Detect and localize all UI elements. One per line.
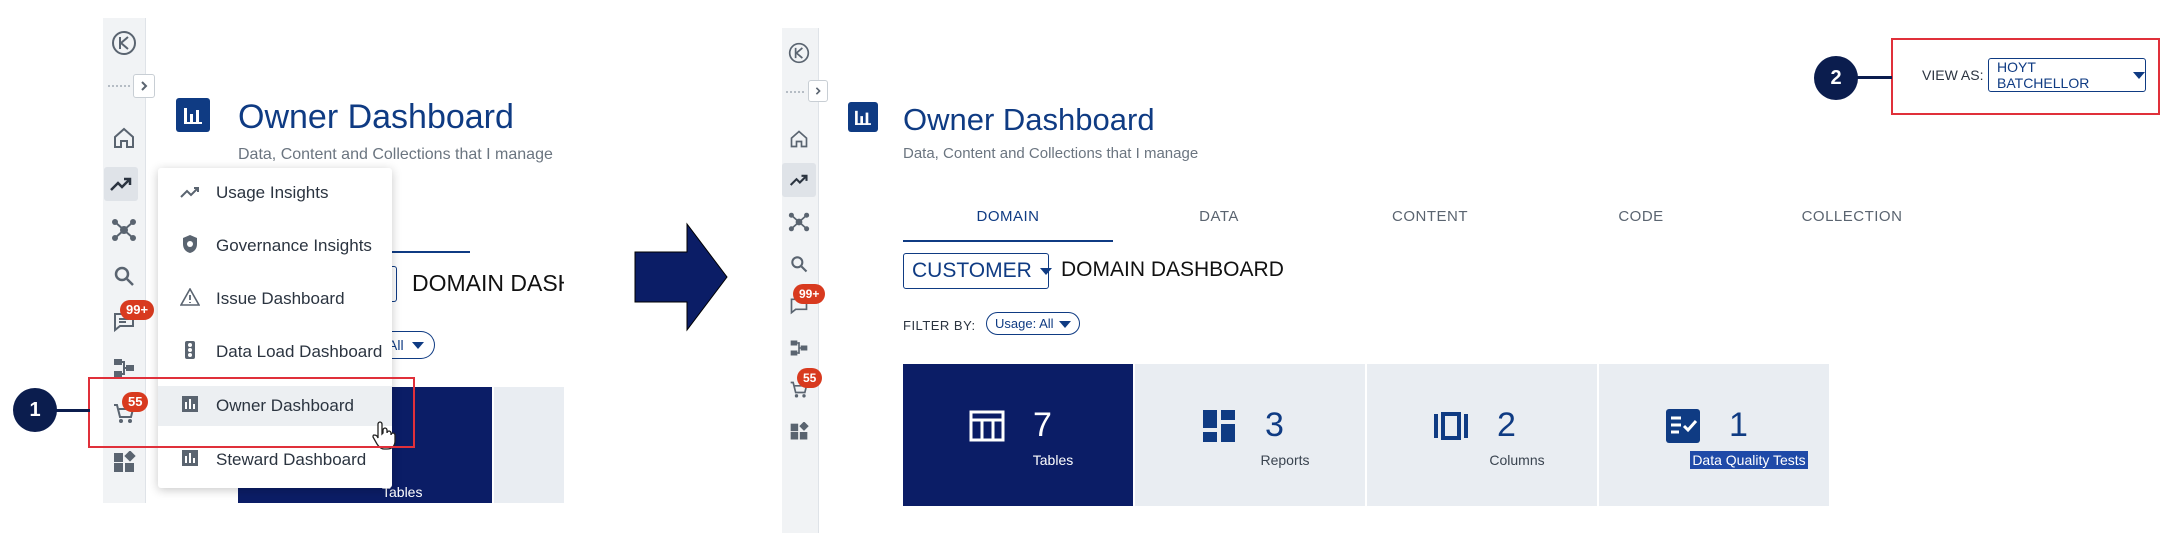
- card-label: Tables: [1032, 452, 1074, 468]
- filter-label: FILTER BY:: [903, 318, 976, 333]
- menu-item-label: Usage Insights: [216, 183, 329, 202]
- tab-code[interactable]: CODE: [1536, 208, 1746, 225]
- insights-icon[interactable]: [782, 163, 816, 197]
- dashboard-icon: [1201, 408, 1237, 444]
- table-icon: [969, 408, 1005, 444]
- cart-badge: 55: [797, 368, 823, 388]
- filter-usage-pill[interactable]: Usage: All: [986, 312, 1080, 335]
- hierarchy-icon[interactable]: [782, 331, 816, 365]
- menu-item-label: Governance Insights: [216, 236, 372, 255]
- tab-content[interactable]: CONTENT: [1325, 208, 1535, 225]
- search-icon[interactable]: [782, 247, 816, 281]
- shield-icon: [178, 234, 202, 259]
- card-reports[interactable]: 3 Reports: [1135, 364, 1365, 506]
- card-value: 3: [1265, 406, 1284, 444]
- menu-item-governance-insights[interactable]: Governance Insights: [158, 226, 392, 266]
- card-tables[interactable]: 7 Tables: [903, 364, 1133, 506]
- rail-divider: [786, 91, 804, 93]
- expand-rail-button[interactable]: [133, 74, 155, 98]
- tab-domain[interactable]: DOMAIN: [903, 208, 1113, 225]
- callout-line-1: [56, 409, 90, 412]
- card-value: 1: [1729, 406, 1748, 444]
- menu-item-label: Steward Dashboard: [216, 450, 367, 469]
- card-label-text: Data Quality Tests: [1690, 451, 1808, 469]
- card-columns[interactable]: 2 Columns: [1367, 364, 1597, 506]
- insights-icon[interactable]: [104, 167, 138, 201]
- messages-badge: 99+: [120, 300, 155, 320]
- widgets-icon[interactable]: [107, 446, 141, 480]
- home-icon[interactable]: [107, 121, 141, 155]
- domain-dashboard-label: DOMAIN DASHBOARD: [1061, 258, 1284, 281]
- dashboard-logo-icon: [848, 102, 878, 132]
- domain-select[interactable]: CUSTOMER: [903, 253, 1052, 289]
- tab-active-underline: [903, 240, 1113, 242]
- page-subtitle: Data, Content and Collections that I man…: [903, 145, 1199, 162]
- menu-item-label: Issue Dashboard: [216, 289, 345, 308]
- card-data-quality-tests[interactable]: 1 Data Quality Tests: [1599, 364, 1829, 506]
- network-icon[interactable]: [782, 205, 816, 239]
- menu-item-issue-dashboard[interactable]: Issue Dashboard: [158, 279, 392, 319]
- highlight-box-view-as: [1891, 38, 2160, 115]
- page-subtitle: Data, Content and Collections that I man…: [238, 146, 553, 163]
- card-label: Reports: [1260, 452, 1310, 468]
- domain-dashboard-label-partial: DOMAIN DASH: [412, 270, 564, 296]
- callout-step-2: 2: [1814, 56, 1858, 100]
- menu-item-usage-insights[interactable]: Usage Insights: [158, 173, 392, 213]
- checklist-icon: [1665, 408, 1701, 444]
- rail-divider: [108, 85, 130, 87]
- messages-badge: 99+: [793, 284, 826, 304]
- warning-icon: [178, 286, 202, 311]
- callout-line-2: [1856, 76, 1892, 79]
- tab-collection[interactable]: COLLECTION: [1747, 208, 1957, 225]
- tab-data[interactable]: DATA: [1114, 208, 1324, 225]
- card-value: 2: [1497, 406, 1516, 444]
- logo-icon[interactable]: [107, 26, 141, 60]
- menu-item-label: Data Load Dashboard: [216, 342, 383, 361]
- expand-rail-button[interactable]: [808, 80, 828, 102]
- chevron-down-icon: [1058, 321, 1071, 329]
- domain-select-value: CUSTOMER: [912, 259, 1032, 282]
- traffic-light-icon: [178, 340, 202, 365]
- page-title: Owner Dashboard: [903, 102, 1155, 137]
- highlight-box-owner-dashboard: [88, 377, 415, 448]
- card-label: Data Quality Tests: [1669, 451, 1829, 469]
- logo-icon[interactable]: [782, 36, 816, 70]
- reports-card-partial[interactable]: [494, 387, 564, 503]
- widgets-icon[interactable]: [782, 415, 816, 449]
- bar-chart-icon: [178, 449, 202, 472]
- trend-icon: [178, 183, 202, 204]
- filter-value: Usage: All: [995, 316, 1054, 331]
- search-icon[interactable]: [107, 259, 141, 293]
- card-value: 7: [1033, 406, 1052, 444]
- network-icon[interactable]: [107, 213, 141, 247]
- transition-arrow-icon: [634, 222, 728, 337]
- columns-icon: [1433, 408, 1469, 444]
- callout-step-1: 1: [13, 388, 57, 432]
- page-title: Owner Dashboard: [238, 98, 514, 136]
- tab-underline: [390, 251, 470, 253]
- card-label: Columns: [1489, 452, 1545, 468]
- dashboard-logo-icon: [176, 98, 210, 132]
- chevron-down-icon: [411, 341, 424, 349]
- chevron-down-icon: [1039, 267, 1052, 275]
- menu-item-data-load-dashboard[interactable]: Data Load Dashboard: [158, 332, 392, 372]
- home-icon[interactable]: [782, 122, 816, 156]
